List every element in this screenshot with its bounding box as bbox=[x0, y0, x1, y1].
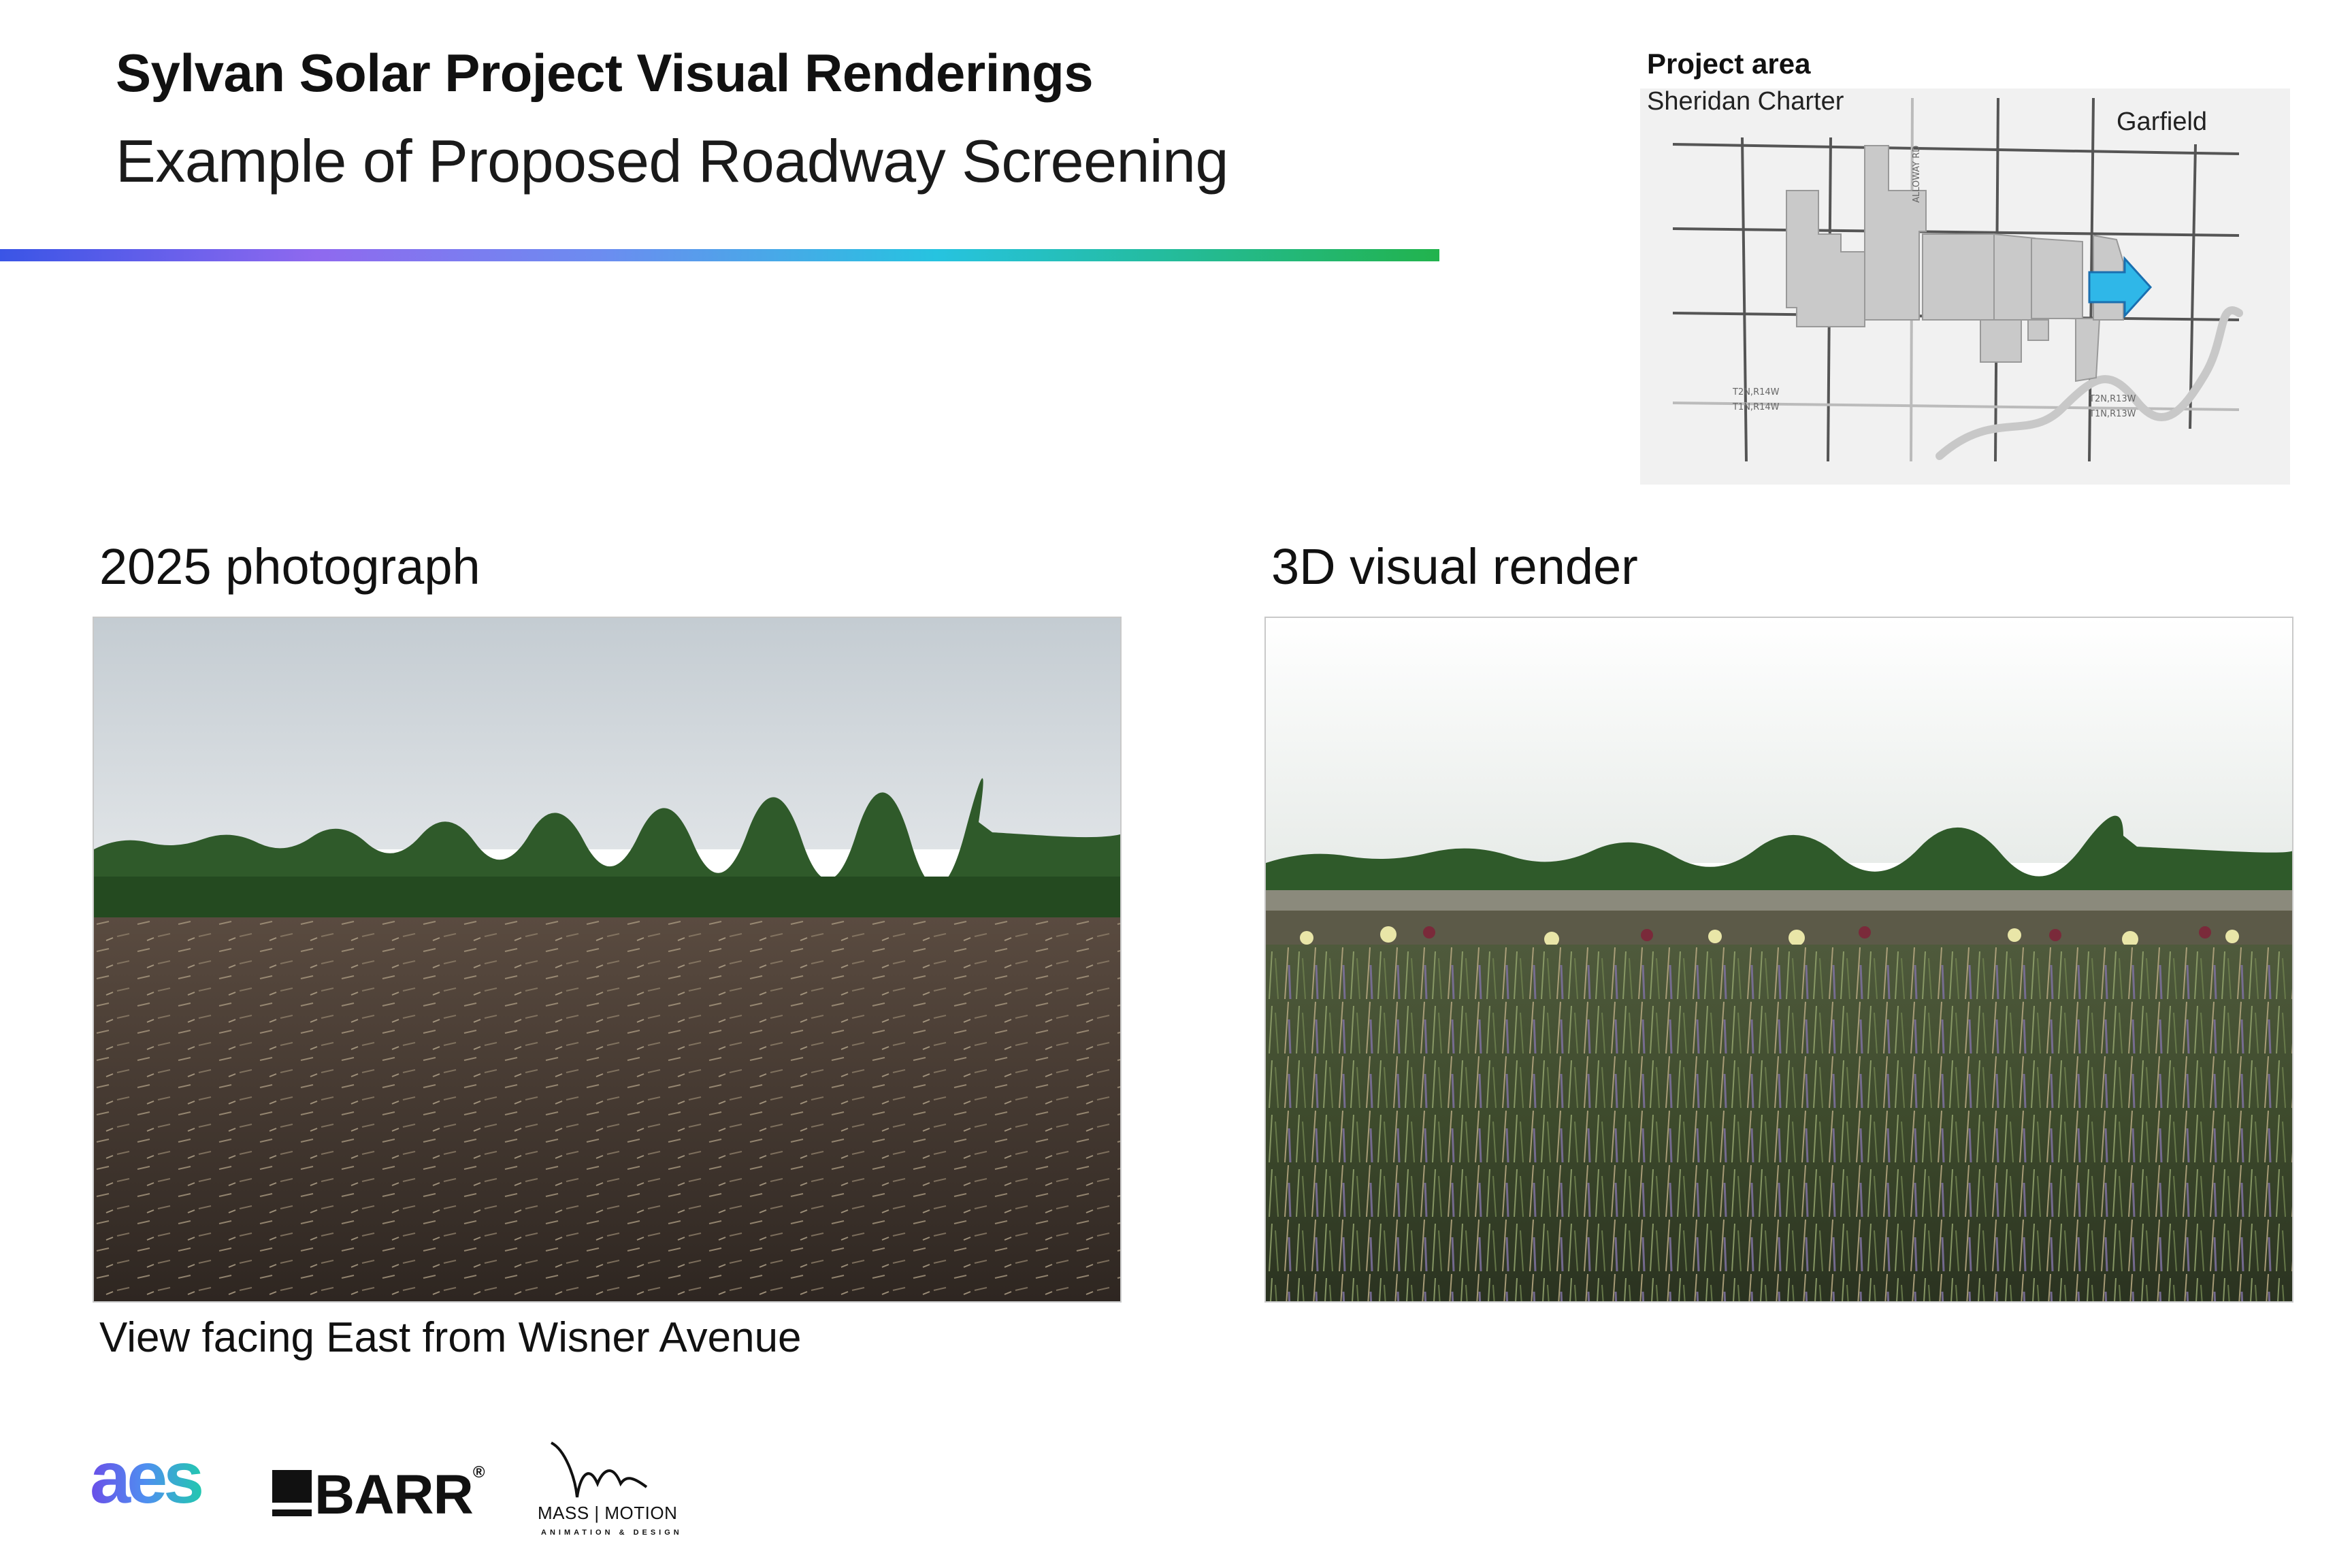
visual-render bbox=[1264, 617, 2293, 1303]
township-label-right: Garfield bbox=[2117, 108, 2208, 136]
locator-map: T2N,R14W T1N,R14W T2N,R13W T1N,R13W ALLO… bbox=[1640, 88, 2290, 485]
svg-text:T2N,R13W: T2N,R13W bbox=[2089, 394, 2136, 404]
render-heading: 3D visual render bbox=[1271, 538, 1638, 595]
massmotion-wordmark: MASS | MOTION bbox=[538, 1503, 678, 1523]
page-subtitle: Example of Proposed Roadway Screening bbox=[116, 127, 1228, 195]
existing-photograph bbox=[93, 617, 1122, 1303]
svg-text:ALLOWAY RD: ALLOWAY RD bbox=[1912, 146, 1922, 203]
map-graphic: T2N,R14W T1N,R14W T2N,R13W T1N,R13W ALLO… bbox=[1672, 97, 2243, 462]
barr-mark-icon bbox=[272, 1470, 312, 1509]
massmotion-tagline: ANIMATION & DESIGN bbox=[541, 1529, 683, 1537]
photo-caption: View facing East from Wisner Avenue bbox=[99, 1314, 802, 1361]
svg-text:T1N,R14W: T1N,R14W bbox=[1732, 402, 1780, 412]
svg-text:T2N,R14W: T2N,R14W bbox=[1732, 387, 1780, 397]
township-label-left: Sheridan Charter bbox=[1647, 87, 1844, 116]
page-title: Sylvan Solar Project Visual Renderings bbox=[116, 43, 1094, 103]
barr-logo: BARR® bbox=[272, 1463, 485, 1527]
photo-heading: 2025 photograph bbox=[99, 538, 480, 595]
aes-logo: aes bbox=[90, 1436, 233, 1521]
svg-text:T1N,R13W: T1N,R13W bbox=[2089, 409, 2136, 419]
svg-text:aes: aes bbox=[90, 1443, 201, 1518]
map-heading: Project area bbox=[1647, 48, 1811, 80]
gradient-divider bbox=[0, 249, 1439, 261]
